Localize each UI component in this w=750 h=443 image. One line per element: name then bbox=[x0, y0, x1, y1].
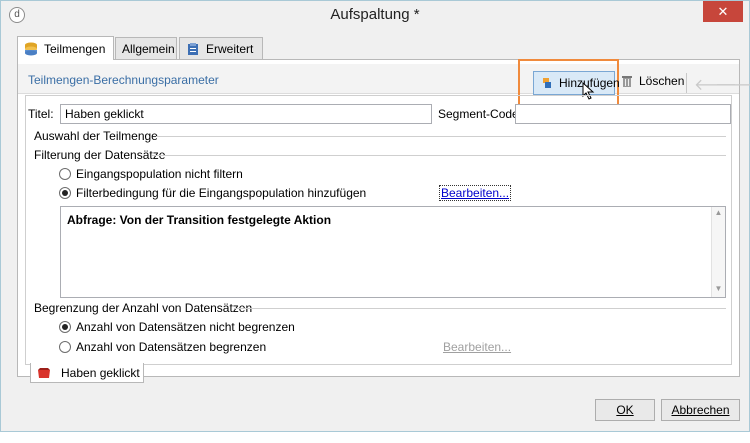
radio-limit-label: Anzahl von Datensätzen begrenzen bbox=[76, 340, 267, 354]
dialog-window: d Aufspaltung * ✕ Teilmengen Allgemein E… bbox=[0, 0, 750, 432]
ok-button[interactable]: OK bbox=[595, 399, 655, 421]
radio-add-filter[interactable] bbox=[59, 187, 71, 199]
main-panel: Teilmengen-Berechnungsparameter Hinzufüg… bbox=[17, 59, 750, 377]
segment-code-label: Segment-Code: bbox=[438, 107, 523, 121]
radio-limit[interactable] bbox=[59, 341, 71, 353]
segment-icon bbox=[37, 367, 51, 379]
radio-no-filter[interactable] bbox=[59, 168, 71, 180]
filter-group-title: Filterung der Datensätze bbox=[34, 148, 166, 162]
tab-label: Allgemein bbox=[122, 41, 175, 56]
cancel-label: Abbrechen bbox=[671, 403, 730, 417]
clipboard-icon bbox=[186, 42, 200, 56]
subset-tab-label: Haben geklickt bbox=[61, 365, 140, 380]
tab-label: Erweitert bbox=[206, 41, 254, 56]
close-button[interactable]: ✕ bbox=[703, 1, 743, 22]
query-textarea[interactable]: Abfrage: Von der Transition festgelegte … bbox=[60, 206, 726, 298]
edit-limit-link: Bearbeiten... bbox=[443, 340, 512, 354]
tab-erweitert[interactable]: Erweitert bbox=[179, 37, 263, 59]
section-header: Teilmengen-Berechnungsparameter Hinzufüg… bbox=[18, 59, 750, 108]
segment-code-input[interactable] bbox=[515, 104, 731, 124]
radio-no-limit[interactable] bbox=[59, 321, 71, 333]
group-divider bbox=[152, 155, 726, 156]
title-label: Titel: bbox=[28, 107, 54, 121]
scroll-down-icon[interactable]: ▼ bbox=[712, 284, 725, 296]
limit-group-title: Begrenzung der Anzahl von Datensätzen bbox=[34, 301, 253, 315]
query-text: Abfrage: Von der Transition festgelegte … bbox=[67, 213, 332, 227]
subset-tab-haben-geklickt[interactable]: Haben geklickt bbox=[30, 363, 144, 383]
radio-add-filter-label: Filterbedingung für die Eingangspopulati… bbox=[76, 186, 367, 200]
scroll-up-icon[interactable]: ▲ bbox=[712, 208, 725, 220]
add-icon bbox=[540, 76, 554, 90]
stack-icon bbox=[24, 42, 38, 56]
delete-label: Löschen bbox=[639, 74, 685, 88]
toolbar-separator bbox=[686, 73, 687, 93]
tab-teilmengen[interactable]: Teilmengen bbox=[17, 36, 114, 60]
cancel-button[interactable]: Abbrechen bbox=[661, 399, 740, 421]
window-title: Aufspaltung * bbox=[330, 6, 420, 23]
group-divider bbox=[156, 136, 726, 137]
title-input[interactable]: Haben geklickt bbox=[60, 104, 432, 124]
edit-filter-link[interactable]: Bearbeiten... bbox=[439, 185, 512, 201]
ok-label: OK bbox=[616, 403, 634, 417]
group-divider bbox=[234, 308, 726, 309]
trash-icon bbox=[620, 74, 634, 88]
section-title: Teilmengen-Berechnungsparameter bbox=[28, 73, 219, 87]
radio-no-filter-label: Eingangspopulation nicht filtern bbox=[76, 167, 243, 181]
delete-button[interactable]: Löschen bbox=[620, 74, 684, 88]
form-area: Titel: Haben geklickt Segment-Code: Ausw… bbox=[25, 95, 732, 365]
scrollbar[interactable]: ▲ ▼ bbox=[711, 207, 725, 297]
tab-label: Teilmengen bbox=[44, 41, 106, 56]
add-button[interactable]: Hinzufügen bbox=[533, 71, 620, 95]
subset-group-title: Auswahl der Teilmenge bbox=[34, 129, 158, 143]
arrow-right-icon[interactable]: 🡒 bbox=[715, 74, 750, 95]
title-bar: d Aufspaltung * ✕ bbox=[1, 1, 749, 29]
radio-no-limit-label: Anzahl von Datensätzen nicht begrenzen bbox=[76, 320, 295, 334]
tab-allgemein[interactable]: Allgemein bbox=[115, 37, 177, 59]
